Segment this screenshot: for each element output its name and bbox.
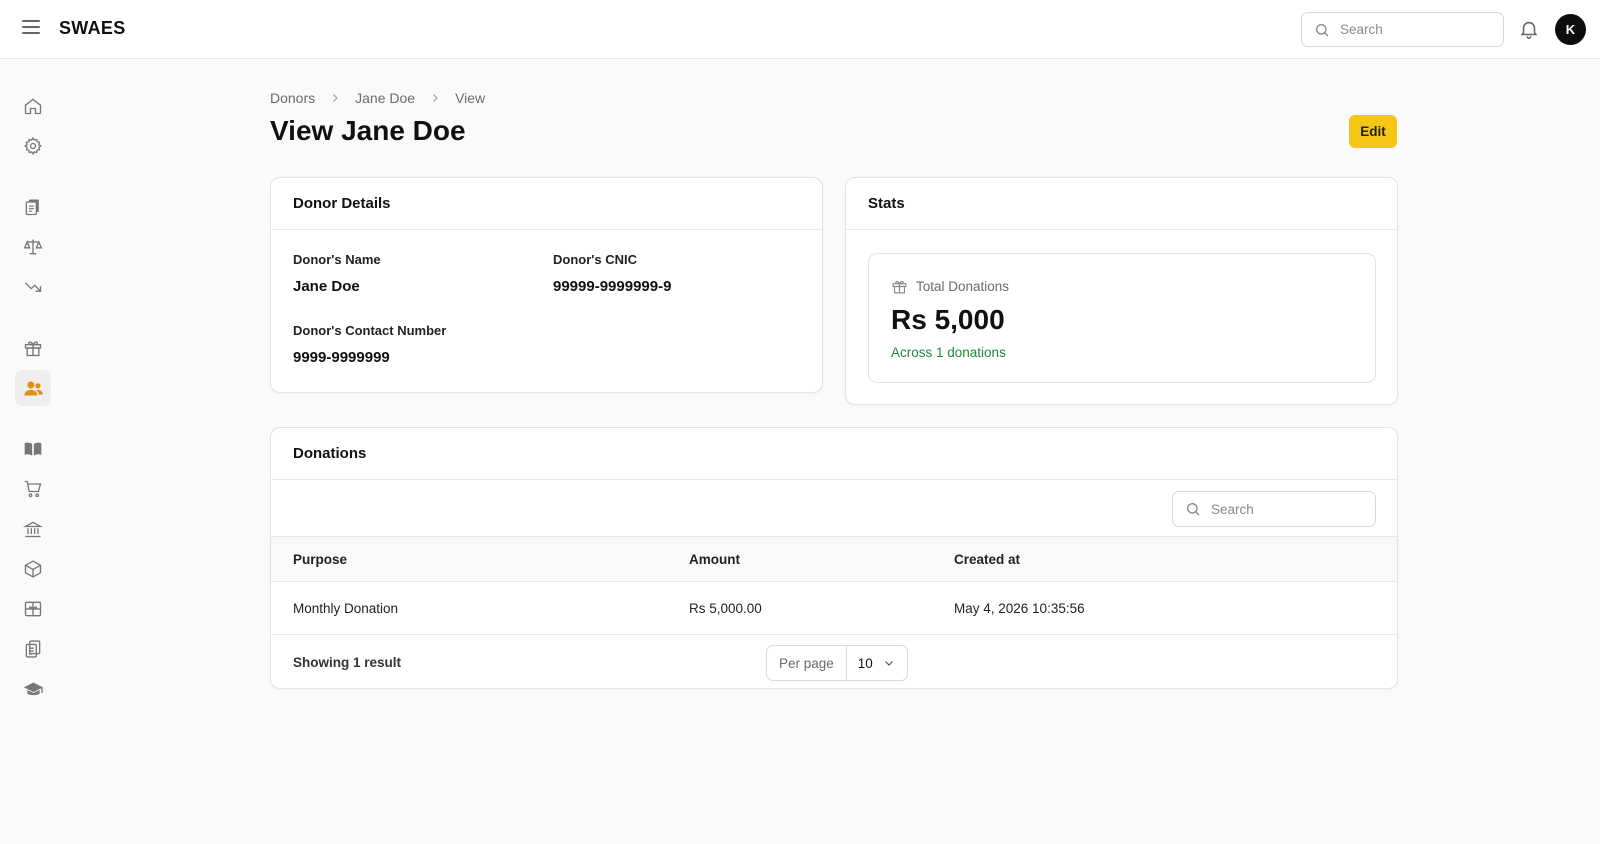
column-header-created-at[interactable]: Created at bbox=[954, 537, 1020, 581]
gift-icon bbox=[24, 341, 42, 357]
top-bar: SWAES K bbox=[0, 0, 1600, 59]
donor-details-card: Donor Details Donor's Name Jane Doe Dono… bbox=[270, 177, 823, 393]
sidebar-item-home[interactable] bbox=[15, 88, 51, 124]
donor-name-field: Donor's Name Jane Doe bbox=[293, 252, 381, 295]
trending-down-icon bbox=[25, 282, 42, 292]
stat-value: Rs 5,000 bbox=[891, 304, 1005, 335]
sidebar-item-donors[interactable] bbox=[15, 370, 51, 406]
table-search[interactable] bbox=[1172, 491, 1376, 527]
stats-card: Stats Total Donations Rs 5,000 Across 1 … bbox=[845, 177, 1398, 405]
page-title: View Jane Doe bbox=[270, 115, 466, 146]
breadcrumb-donors[interactable]: Donors bbox=[270, 90, 315, 106]
brand-logo[interactable]: SWAES bbox=[59, 18, 126, 39]
field-label: Donor's Name bbox=[293, 252, 381, 267]
per-page-value: 10 bbox=[857, 655, 873, 671]
users-icon bbox=[23, 381, 43, 395]
breadcrumb-current: View bbox=[455, 90, 486, 106]
donations-card: Donations Purpose Amount Created at Mont… bbox=[270, 427, 1398, 689]
card-title: Donor Details bbox=[271, 178, 822, 230]
column-header-purpose[interactable]: Purpose bbox=[293, 537, 347, 581]
column-header-amount[interactable]: Amount bbox=[689, 537, 740, 581]
sidebar-item-box[interactable] bbox=[15, 551, 51, 587]
field-label: Donor's CNIC bbox=[553, 252, 637, 267]
per-page-control: Per page 10 bbox=[766, 645, 908, 681]
stat-label: Total Donations bbox=[891, 278, 1009, 295]
donor-cnic-field: Donor's CNIC 99999-9999999-9 bbox=[553, 252, 671, 295]
field-label: Donor's Contact Number bbox=[293, 323, 447, 338]
cart-icon bbox=[24, 480, 42, 498]
box-icon bbox=[24, 560, 42, 578]
table-header: Purpose Amount Created at bbox=[271, 537, 1397, 582]
field-value: 9999-9999999 bbox=[293, 349, 390, 366]
chevron-down-icon bbox=[884, 661, 893, 666]
sidebar-item-scale[interactable] bbox=[15, 229, 51, 265]
sidebar bbox=[0, 59, 66, 844]
per-page-label: Per page bbox=[767, 646, 847, 680]
avatar[interactable]: K bbox=[1555, 14, 1586, 45]
field-value: 99999-9999999-9 bbox=[553, 278, 672, 295]
per-page-select[interactable]: 10 bbox=[847, 646, 907, 680]
card-title: Donations bbox=[271, 428, 1397, 480]
chevron-right-icon bbox=[329, 92, 341, 104]
cell-amount: Rs 5,000.00 bbox=[689, 600, 762, 616]
search-icon bbox=[1187, 503, 1200, 516]
field-value: Jane Doe bbox=[293, 278, 360, 295]
sidebar-item-settings[interactable] bbox=[15, 128, 51, 164]
sidebar-item-trending[interactable] bbox=[15, 269, 51, 305]
sidebar-item-education[interactable] bbox=[15, 671, 51, 707]
clipboard-icon bbox=[25, 640, 41, 658]
home-icon bbox=[24, 98, 42, 115]
sidebar-item-book[interactable] bbox=[15, 431, 51, 467]
sidebar-item-clipboard[interactable] bbox=[15, 631, 51, 667]
total-donations-stat: Total Donations Rs 5,000 Across 1 donati… bbox=[868, 253, 1376, 383]
bank-icon bbox=[23, 521, 43, 538]
donor-contact-field: Donor's Contact Number 9999-9999999 bbox=[293, 323, 446, 366]
graduation-cap-icon bbox=[23, 682, 43, 695]
table-row[interactable]: Monthly Donation Rs 5,000.00 May 4, 2026… bbox=[271, 582, 1397, 635]
breadcrumb: Donors Jane Doe View bbox=[270, 90, 485, 106]
gift-card-icon bbox=[24, 601, 42, 617]
cell-purpose: Monthly Donation bbox=[293, 600, 399, 616]
documents-icon bbox=[25, 199, 39, 216]
menu-icon[interactable] bbox=[22, 20, 40, 38]
table-footer: Showing 1 result Per page 10 bbox=[271, 635, 1397, 690]
global-search[interactable] bbox=[1301, 12, 1504, 47]
sidebar-item-gifts[interactable] bbox=[15, 330, 51, 366]
table-toolbar bbox=[271, 480, 1397, 537]
edit-button[interactable]: Edit bbox=[1349, 115, 1397, 148]
table-search-input[interactable] bbox=[1211, 492, 1371, 526]
gear-icon bbox=[23, 136, 43, 156]
sidebar-item-documents[interactable] bbox=[15, 189, 51, 225]
stat-label-text: Total Donations bbox=[916, 279, 1010, 294]
bell-icon[interactable] bbox=[1518, 18, 1540, 40]
search-icon bbox=[1316, 24, 1329, 37]
card-title: Stats bbox=[846, 178, 1397, 230]
stat-description: Across 1 donations bbox=[891, 345, 1006, 360]
sidebar-item-bank[interactable] bbox=[15, 511, 51, 547]
results-count: Showing 1 result bbox=[293, 655, 402, 670]
book-icon bbox=[24, 442, 42, 456]
cell-created-at: May 4, 2026 10:35:56 bbox=[954, 600, 1085, 616]
breadcrumb-jane-doe[interactable]: Jane Doe bbox=[355, 90, 415, 106]
gift-icon bbox=[892, 280, 907, 294]
scale-icon bbox=[23, 239, 43, 255]
global-search-input[interactable] bbox=[1340, 13, 1500, 46]
sidebar-item-cart[interactable] bbox=[15, 471, 51, 507]
chevron-right-icon bbox=[429, 92, 441, 104]
sidebar-item-gift-card[interactable] bbox=[15, 591, 51, 627]
